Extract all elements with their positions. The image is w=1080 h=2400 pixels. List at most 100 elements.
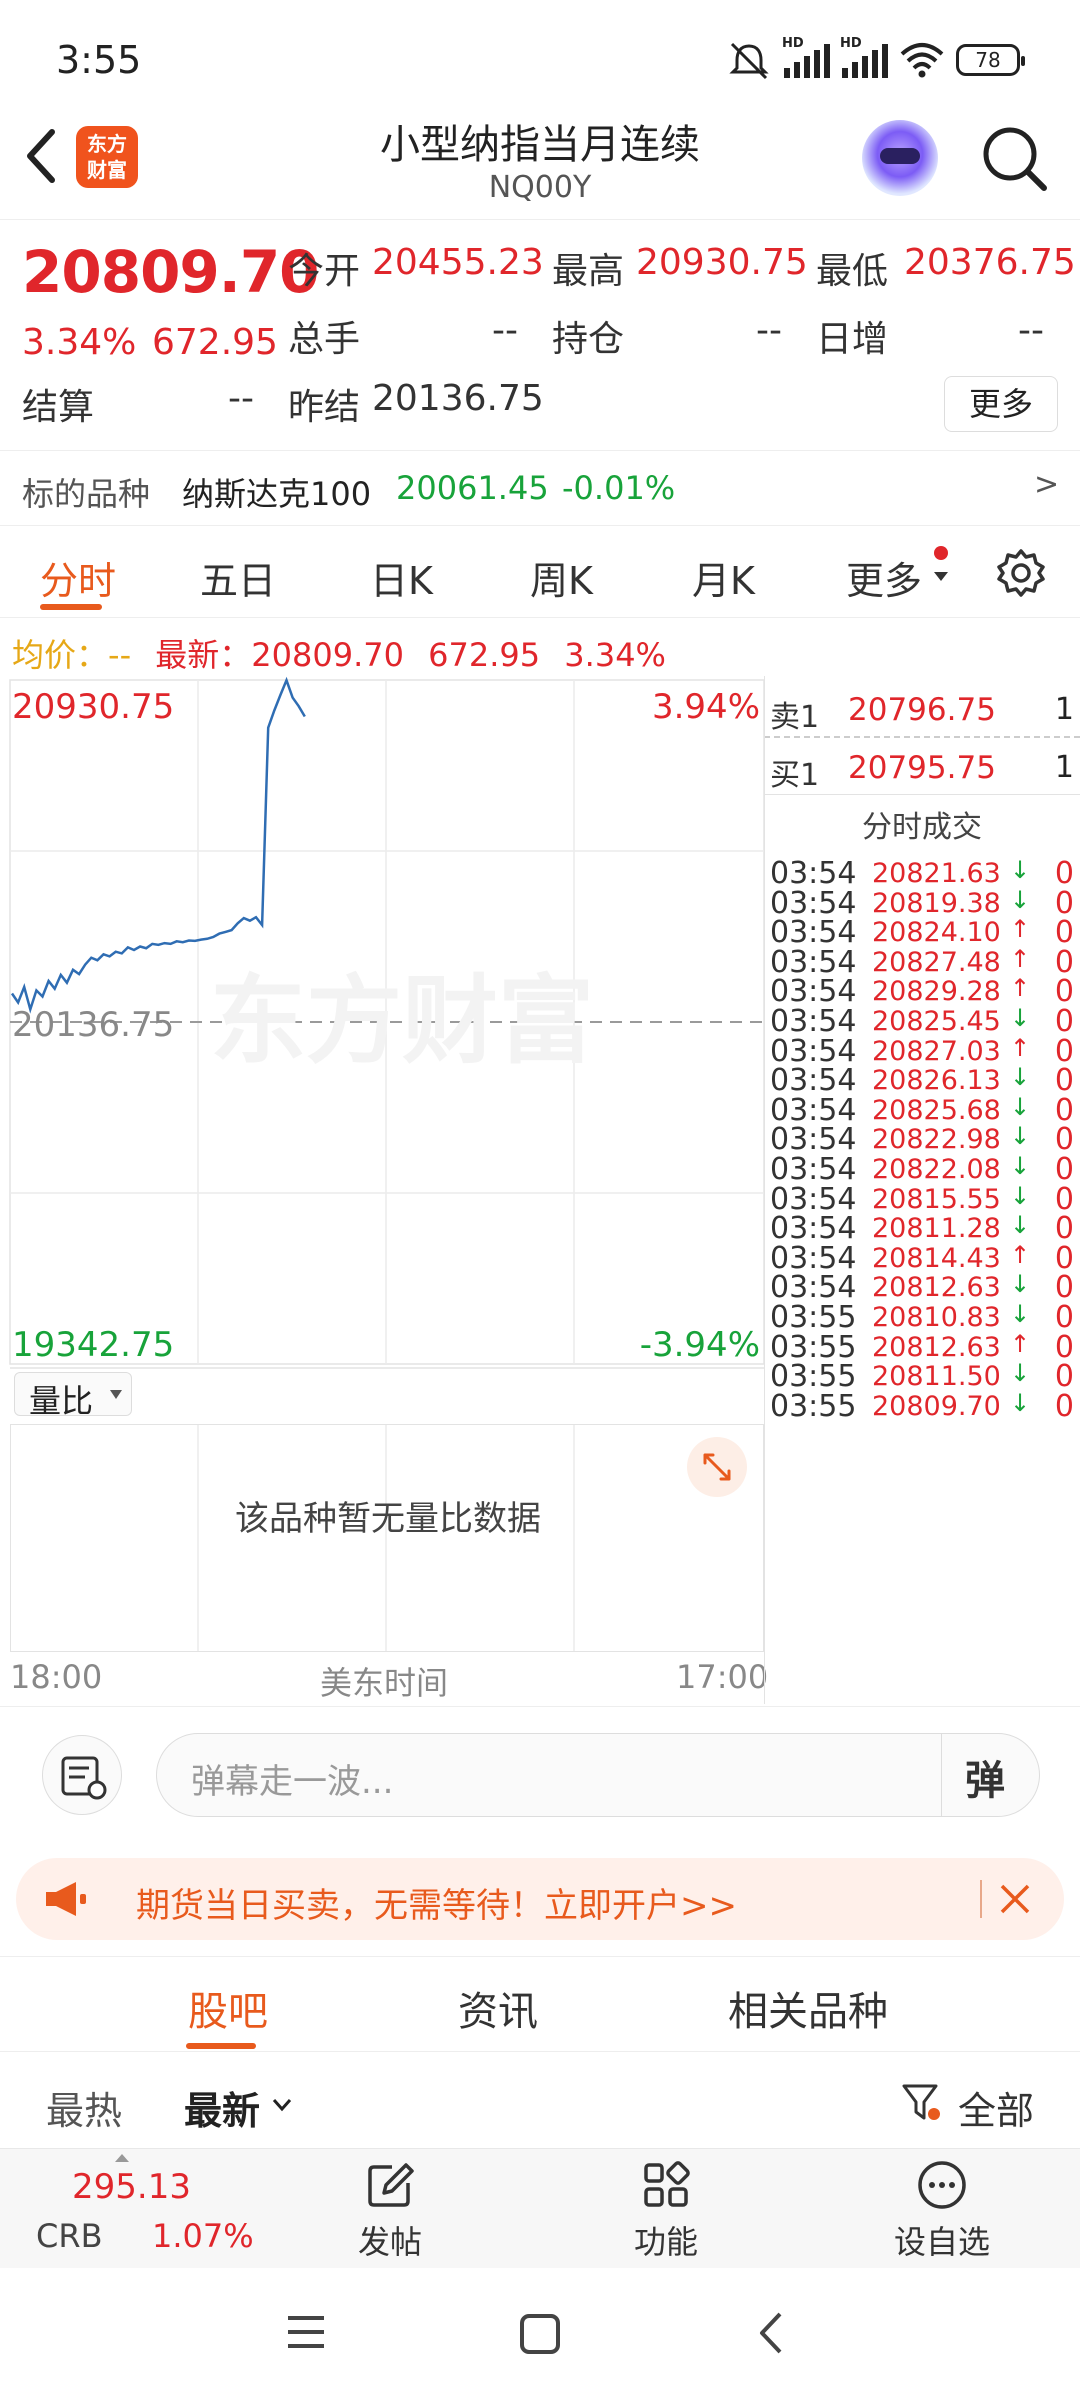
trades-divider bbox=[764, 794, 1080, 795]
chevron-right-icon: > bbox=[1034, 467, 1060, 502]
tab-monthly-k[interactable]: 月K bbox=[692, 550, 755, 605]
trade-row: 03:55 20809.70 ↓ 0 bbox=[764, 1383, 1080, 1428]
crb-index-widget[interactable]: 295.13 CRB 1.07% bbox=[0, 2149, 254, 2269]
nav-post-label: 发帖 bbox=[357, 2223, 422, 2261]
robot-assistant-icon[interactable] bbox=[862, 120, 938, 196]
price-line bbox=[10, 676, 306, 1014]
trade-time: 03:55 bbox=[770, 1388, 857, 1424]
tab-five-day[interactable]: 五日 bbox=[200, 550, 276, 605]
menu-icon[interactable] bbox=[284, 2312, 328, 2352]
home-icon[interactable] bbox=[518, 2312, 562, 2356]
battery-icon: 78 bbox=[956, 44, 1025, 76]
trade-volume: 0 bbox=[1054, 1388, 1074, 1424]
low-value: 20376.75 bbox=[904, 242, 1076, 283]
pct-min-label: -3.94% bbox=[640, 1325, 760, 1365]
volume-ratio-selector[interactable]: 量比 bbox=[14, 1372, 132, 1420]
settings-gear-icon[interactable] bbox=[996, 548, 1046, 598]
y-min-label: 19342.75 bbox=[12, 1325, 174, 1365]
book-left-border bbox=[764, 676, 765, 1704]
back-nav-icon[interactable] bbox=[756, 2310, 786, 2356]
tab-intraday[interactable]: 分时 bbox=[40, 550, 116, 605]
tab-guba[interactable]: 股吧 bbox=[188, 1979, 268, 2037]
signal-2-icon: HD bbox=[840, 36, 888, 78]
bottom-nav: 295.13 CRB 1.07% 发帖 功能 设自选 bbox=[0, 2148, 1080, 2268]
underlying-row[interactable]: 标的品种 纳斯达克100 20061.45 -0.01% > bbox=[0, 450, 1080, 526]
x-start-label: 18:00 bbox=[10, 1658, 103, 1696]
expand-button[interactable] bbox=[687, 1437, 747, 1497]
more-quote-button[interactable]: 更多 bbox=[944, 376, 1058, 432]
nav-post[interactable]: 发帖 bbox=[340, 2157, 440, 2267]
nav-functions[interactable]: 功能 bbox=[616, 2157, 716, 2267]
high-value: 20930.75 bbox=[636, 242, 808, 283]
latest-change-percent: 3.34% bbox=[564, 636, 666, 674]
nav-functions-label: 功能 bbox=[633, 2223, 698, 2261]
filter-icon[interactable] bbox=[900, 2080, 944, 2124]
status-time: 3:55 bbox=[56, 38, 142, 82]
open-value: 20455.23 bbox=[372, 242, 544, 283]
sort-hot[interactable]: 最热 bbox=[46, 2080, 122, 2135]
no-data-text: 该品种暂无量比数据 bbox=[235, 1499, 541, 1539]
wifi-icon bbox=[900, 43, 944, 78]
nav-add-watchlist[interactable]: 设自选 bbox=[880, 2157, 1004, 2267]
crb-value: 295.13 bbox=[72, 2167, 191, 2207]
section-tabs: 股吧 资讯 相关品种 bbox=[0, 1956, 1080, 2052]
tab-news[interactable]: 资讯 bbox=[458, 1979, 538, 2037]
volume-label: 总手 bbox=[288, 319, 361, 360]
latest-value: 20809.70 bbox=[251, 636, 404, 674]
high-label: 最高 bbox=[552, 251, 625, 292]
status-bar: 3:55 HD HD 78 bbox=[0, 0, 1080, 110]
settlement-value: -- bbox=[228, 378, 254, 419]
danmu-input[interactable]: 弹幕走一波... 弹 bbox=[156, 1733, 1040, 1817]
y-max-label: 20930.75 bbox=[12, 687, 174, 727]
sort-latest[interactable]: 最新 bbox=[184, 2080, 260, 2135]
underlying-change: -0.01% bbox=[562, 469, 676, 507]
chevron-down-icon bbox=[272, 2099, 292, 2112]
ask-row: 卖1 20796.75 1 bbox=[770, 692, 1074, 735]
tab-weekly-k[interactable]: 周K bbox=[530, 550, 593, 605]
avg-label: 均价： bbox=[12, 636, 109, 674]
x-timezone-label: 美东时间 bbox=[320, 1664, 449, 1702]
underlying-name: 纳斯达克100 bbox=[182, 475, 372, 513]
caret-up-icon bbox=[115, 2154, 129, 2162]
prev-settlement-value: 20136.75 bbox=[372, 378, 544, 419]
daily-increase-label: 日增 bbox=[816, 319, 889, 360]
active-tab-indicator bbox=[40, 604, 102, 610]
caret-down-icon bbox=[110, 1390, 122, 1399]
edit-icon bbox=[368, 2163, 414, 2207]
megaphone-icon bbox=[46, 1882, 86, 1916]
chart-watermark: 东方财富 bbox=[210, 965, 594, 1077]
close-icon[interactable] bbox=[998, 1882, 1032, 1916]
bid-row: 买1 20795.75 1 bbox=[770, 750, 1074, 793]
sort-bar: 最热 最新 全部 bbox=[0, 2052, 1080, 2148]
crb-change: 1.07% bbox=[152, 2217, 254, 2255]
notes-icon bbox=[61, 1756, 107, 1800]
volume-value: -- bbox=[492, 310, 518, 351]
notification-dot bbox=[934, 546, 948, 560]
underlying-price: 20061.45 bbox=[396, 469, 549, 507]
chart-tabs: 分时 五日 日K 周K 月K 更多 bbox=[0, 528, 1080, 616]
book-divider bbox=[764, 736, 1080, 738]
caret-down-icon bbox=[934, 572, 948, 581]
tab-more[interactable]: 更多 bbox=[846, 550, 922, 605]
promo-banner[interactable]: 期货当日买卖，无需等待！立即开户>> bbox=[16, 1858, 1064, 1940]
notes-button[interactable] bbox=[42, 1735, 122, 1815]
y-mid-label: 20136.75 bbox=[12, 1005, 174, 1045]
comment-bar: 弹幕走一波... 弹 bbox=[0, 1706, 1080, 1846]
x-end-label: 17:00 bbox=[676, 1658, 769, 1696]
tab-related[interactable]: 相关品种 bbox=[728, 1979, 888, 2037]
change-percent: 3.34% bbox=[22, 322, 137, 363]
filter-all[interactable]: 全部 bbox=[958, 2080, 1034, 2135]
tabs-divider bbox=[0, 617, 1080, 618]
search-button[interactable] bbox=[980, 124, 1050, 194]
nav-add-watchlist-label: 设自选 bbox=[893, 2223, 990, 2261]
danmu-toggle-button[interactable]: 弹 bbox=[965, 1748, 1005, 1806]
prev-settlement-label: 昨结 bbox=[288, 387, 361, 428]
daily-increase-value: -- bbox=[1018, 310, 1044, 351]
latest-change-amount: 672.95 bbox=[428, 636, 541, 674]
tab-daily-k[interactable]: 日K bbox=[370, 550, 433, 605]
trades-title: 分时成交 bbox=[862, 810, 982, 845]
low-label: 最低 bbox=[816, 251, 889, 292]
banner-text: 期货当日买卖，无需等待！立即开户>> bbox=[136, 1886, 737, 1926]
change-amount: 672.95 bbox=[152, 322, 278, 363]
trade-price: 20809.70 bbox=[872, 1390, 1001, 1422]
